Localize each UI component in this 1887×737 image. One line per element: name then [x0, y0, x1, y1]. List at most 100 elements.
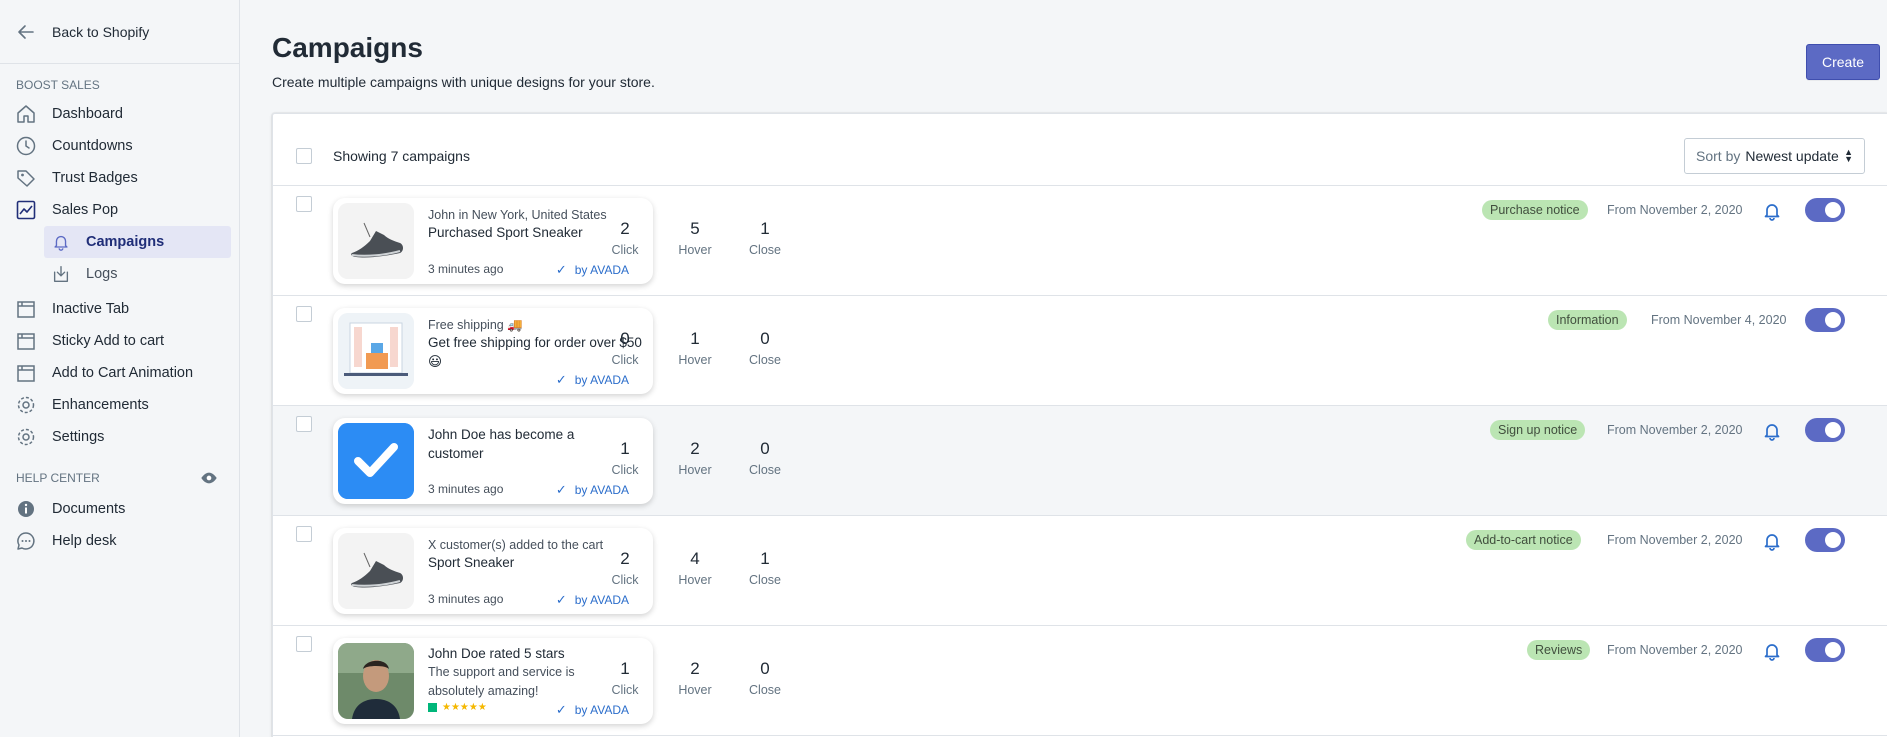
click-stat: 2 Click: [600, 219, 650, 258]
close-count: 1: [760, 219, 770, 238]
sidebar-item-sales-pop[interactable]: Sales Pop: [0, 194, 239, 226]
type-badge: Sign up notice: [1490, 420, 1586, 440]
row-checkbox[interactable]: [296, 196, 312, 212]
close-count: 0: [760, 439, 770, 458]
click-count: 0: [620, 329, 630, 348]
by-avada-label: by AVADA: [574, 703, 629, 717]
by-avada: ✓ by AVADA: [556, 372, 629, 388]
preview-time: 3 minutes ago: [428, 262, 504, 276]
row-checkbox[interactable]: [296, 636, 312, 652]
campaign-row[interactable]: John Doe has become a customer 3 minutes…: [273, 406, 1887, 516]
info-icon: [14, 497, 38, 521]
bell-icon[interactable]: [1761, 200, 1783, 222]
sneaker-thumbnail: [338, 533, 414, 609]
hover-label: Hover: [678, 353, 712, 367]
sidebar-item-enhancements[interactable]: Enhancements: [0, 389, 239, 421]
close-label: Close: [749, 683, 781, 697]
page-title: Campaigns: [272, 32, 423, 63]
start-date: From November 2, 2020: [1607, 423, 1743, 437]
sidebar-item-settings[interactable]: Settings: [0, 421, 239, 453]
back-label: Back to Shopify: [52, 23, 150, 40]
type-badge: Purchase notice: [1482, 200, 1588, 220]
click-stat: 0 Click: [600, 329, 650, 368]
sidebar-item-label: Dashboard: [52, 106, 123, 122]
preview-title: John Doe has become a customer: [428, 427, 575, 461]
start-date: From November 2, 2020: [1607, 643, 1743, 657]
row-checkbox[interactable]: [296, 306, 312, 322]
rating-stars: ★★★★★: [428, 702, 487, 713]
click-count: 2: [620, 219, 630, 238]
boost-sales-label: BOOST SALES: [16, 78, 100, 92]
gear-icon: [14, 425, 38, 449]
create-button[interactable]: Create: [1806, 44, 1880, 80]
hover-stat: 4 Hover: [670, 549, 720, 588]
row-checkbox[interactable]: [296, 526, 312, 542]
campaign-row[interactable]: John Doe rated 5 stars The support and s…: [273, 626, 1887, 736]
close-stat: 0 Close: [740, 439, 790, 478]
campaign-row[interactable]: Free shipping 🚚 Get free shipping for or…: [273, 296, 1887, 406]
by-avada: ✓ by AVADA: [556, 262, 629, 278]
type-badge: Add-to-cart notice: [1466, 530, 1581, 550]
close-count: 0: [760, 329, 770, 348]
eye-icon[interactable]: [200, 469, 218, 487]
page-subtitle: Create multiple campaigns with unique de…: [272, 74, 655, 90]
toggle-knob: [1825, 532, 1841, 548]
campaign-row[interactable]: John in New York, United States Purchase…: [273, 186, 1887, 296]
arrow-left-icon: [18, 24, 34, 39]
status-toggle[interactable]: [1805, 308, 1845, 332]
back-to-shopify-link[interactable]: Back to Shopify: [0, 0, 239, 64]
sneaker-thumbnail: [338, 203, 414, 279]
close-stat: 1 Close: [740, 549, 790, 588]
sidebar-item-documents[interactable]: Documents: [0, 493, 239, 525]
sidebar-item-dashboard[interactable]: Dashboard: [0, 98, 239, 130]
hover-label: Hover: [678, 573, 712, 587]
preview-time: 3 minutes ago: [428, 592, 504, 606]
start-date: From November 4, 2020: [1651, 313, 1787, 327]
hover-stat: 2 Hover: [670, 659, 720, 698]
click-count: 1: [620, 439, 630, 458]
sidebar-item-sticky-add-to-cart[interactable]: Sticky Add to cart: [0, 325, 239, 357]
sort-arrows-icon: ▲ ▼: [1844, 147, 1853, 164]
bell-icon[interactable]: [1761, 420, 1783, 442]
gear-icon: [14, 393, 38, 417]
status-toggle[interactable]: [1805, 528, 1845, 552]
sidebar-item-inactive-tab[interactable]: Inactive Tab: [0, 293, 239, 325]
home-icon: [14, 102, 38, 126]
close-stat: 0 Close: [740, 659, 790, 698]
close-stat: 0 Close: [740, 329, 790, 368]
sidebar-item-countdowns[interactable]: Countdowns: [0, 130, 239, 162]
bell-icon[interactable]: [1761, 530, 1783, 552]
click-stat: 1 Click: [600, 439, 650, 478]
tag-icon: [14, 166, 38, 190]
campaign-row[interactable]: X customer(s) added to the cart Sport Sn…: [273, 516, 1887, 626]
click-count: 2: [620, 549, 630, 568]
stars-text: ★★★★★: [442, 702, 487, 713]
bell-icon: [50, 231, 72, 253]
hover-label: Hover: [678, 683, 712, 697]
check-icon: ✓: [555, 262, 567, 277]
toggle-knob: [1825, 422, 1841, 438]
hover-count: 2: [690, 439, 700, 458]
close-label: Close: [749, 243, 781, 257]
status-toggle[interactable]: [1805, 638, 1845, 662]
sort-select[interactable]: Sort by Newest update ▲ ▼: [1684, 138, 1865, 174]
preview-time: 3 minutes ago: [428, 482, 504, 496]
window-icon: [14, 361, 38, 385]
by-avada-label: by AVADA: [574, 483, 629, 497]
sidebar-subitem-campaigns[interactable]: Campaigns: [44, 226, 231, 258]
person-thumbnail: [338, 643, 414, 719]
select-all-checkbox[interactable]: [296, 148, 312, 164]
sidebar-subitem-logs[interactable]: Logs: [44, 258, 231, 290]
sort-key-label: Sort by: [1696, 148, 1741, 164]
click-stat: 1 Click: [600, 659, 650, 698]
sidebar-item-label: Enhancements: [52, 397, 149, 413]
sidebar-item-trust-badges[interactable]: Trust Badges: [0, 162, 239, 194]
status-toggle[interactable]: [1805, 198, 1845, 222]
boost-sales-title: BOOST SALES: [0, 64, 240, 98]
by-avada-label: by AVADA: [574, 593, 629, 607]
sidebar-item-help-desk[interactable]: Help desk: [0, 525, 239, 557]
status-toggle[interactable]: [1805, 418, 1845, 442]
bell-icon[interactable]: [1761, 640, 1783, 662]
row-checkbox[interactable]: [296, 416, 312, 432]
sidebar-item-add-to-cart-animation[interactable]: Add to Cart Animation: [0, 357, 239, 389]
